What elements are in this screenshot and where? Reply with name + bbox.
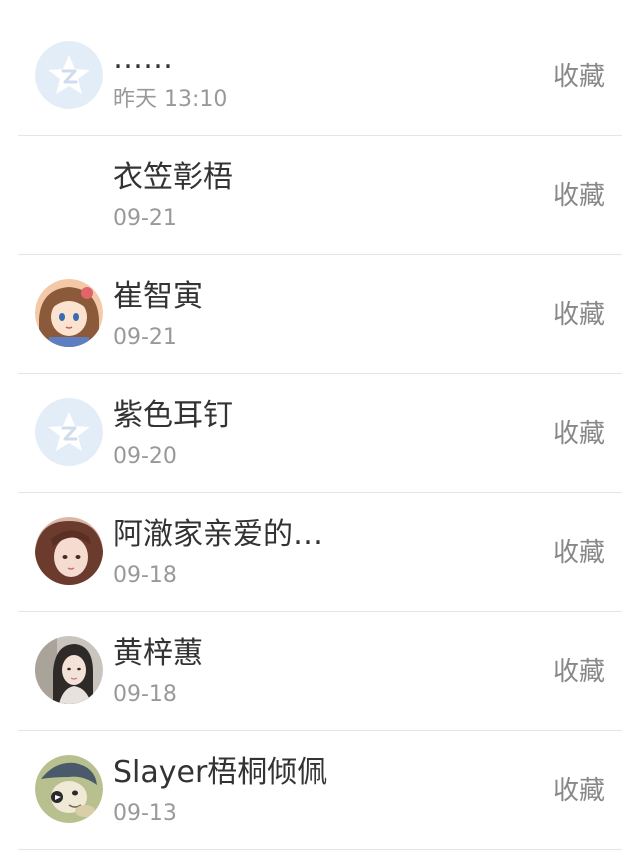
- list-item[interactable]: Slayer梧桐倾佩 09-13 收藏: [18, 731, 622, 850]
- contact-name: 阿澈家亲爱的…: [113, 517, 323, 552]
- favorite-button[interactable]: 收藏: [553, 417, 605, 451]
- cartoon-avatar[interactable]: [35, 755, 103, 823]
- list-item[interactable]: …… 昨天 13:10 收藏: [18, 17, 622, 136]
- contact-time: 09-13: [113, 801, 177, 826]
- list-item[interactable]: 崔智寅 09-21 收藏: [18, 255, 622, 374]
- contact-time: 09-20: [113, 444, 177, 469]
- list-item[interactable]: 阿澈家亲爱的… 09-18 收藏: [18, 493, 622, 612]
- woman-portrait-avatar[interactable]: [35, 636, 103, 704]
- favorite-button[interactable]: 收藏: [553, 536, 605, 570]
- list-item[interactable]: 紫色耳钉 09-20 收藏: [18, 374, 622, 493]
- list-item[interactable]: 衣笠彰梧 09-21 收藏: [18, 136, 622, 255]
- contact-name: 衣笠彰梧: [113, 160, 233, 195]
- contact-time: 09-18: [113, 563, 177, 588]
- qq-default-avatar-icon[interactable]: [35, 398, 103, 466]
- favorite-button[interactable]: 收藏: [553, 655, 605, 689]
- contact-time: 昨天 13:10: [113, 87, 228, 112]
- favorite-button[interactable]: 收藏: [553, 179, 605, 213]
- contact-name: 崔智寅: [113, 279, 203, 314]
- contact-time: 09-18: [113, 682, 177, 707]
- favorite-button[interactable]: 收藏: [553, 774, 605, 808]
- contact-time: 09-21: [113, 206, 177, 231]
- brown-hair-girl-avatar[interactable]: [35, 517, 103, 585]
- contact-time: 09-21: [113, 325, 177, 350]
- list-item[interactable]: 黄梓蕙 09-18 收藏: [18, 612, 622, 731]
- contact-name: 黄梓蕙: [113, 636, 203, 671]
- contact-list: …… 昨天 13:10 收藏 衣笠彰梧 09-21 收藏 崔智寅 09-21 收…: [0, 0, 640, 850]
- favorite-button[interactable]: 收藏: [553, 60, 605, 94]
- qq-default-avatar-icon[interactable]: [35, 41, 103, 109]
- favorite-button[interactable]: 收藏: [553, 298, 605, 332]
- anime-girl-avatar[interactable]: [35, 279, 103, 347]
- contact-name: Slayer梧桐倾佩: [113, 755, 328, 790]
- contact-name: 紫色耳钉: [113, 398, 233, 433]
- contact-name: ……: [113, 41, 173, 76]
